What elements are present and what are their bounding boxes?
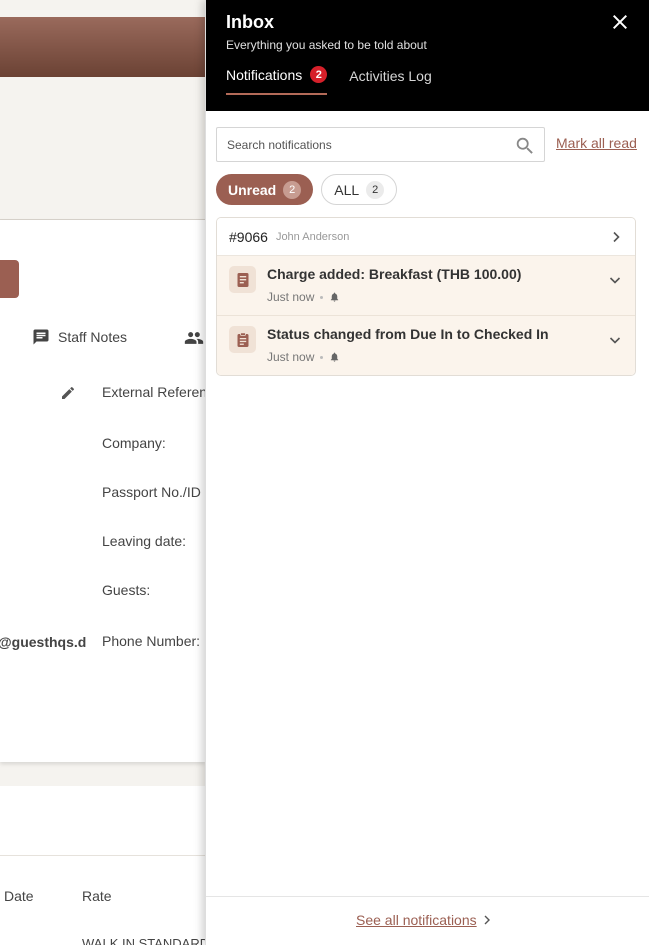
tab-notifications[interactable]: Notifications 2 bbox=[226, 66, 328, 95]
people-icon[interactable] bbox=[184, 330, 204, 346]
see-all-label: See all notifications bbox=[356, 912, 477, 928]
tab-staff-notes[interactable]: Staff Notes bbox=[32, 328, 127, 346]
mark-all-read-link[interactable]: Mark all read bbox=[556, 135, 637, 151]
see-all-notifications-link[interactable]: See all notifications bbox=[356, 912, 491, 928]
notes-icon bbox=[33, 329, 49, 345]
tab-notifications-label: Notifications bbox=[226, 66, 303, 83]
tab-activities-log-label: Activities Log bbox=[349, 67, 432, 84]
chevron-down-icon[interactable] bbox=[609, 335, 621, 345]
unread-count-badge: 2 bbox=[310, 66, 328, 83]
tab-activities-log[interactable]: Activities Log bbox=[349, 66, 431, 95]
bell-icon bbox=[331, 352, 339, 362]
filter-chips: Unread 2 ALL 2 bbox=[216, 174, 398, 205]
notification-time: Just now bbox=[267, 350, 315, 364]
notification-group: #9066 John Anderson Charge added: Breakf… bbox=[216, 217, 636, 376]
chevron-right-icon bbox=[613, 231, 620, 243]
guest-email: @guesthqs.d bbox=[0, 634, 87, 650]
notification-time: Just now bbox=[267, 290, 315, 304]
inbox-title: Inbox bbox=[226, 12, 274, 32]
notification-title: Status changed from Due In to Checked In bbox=[267, 326, 549, 342]
list-item[interactable]: Status changed from Due In to Checked In… bbox=[217, 316, 635, 375]
filter-all[interactable]: ALL 2 bbox=[321, 174, 398, 205]
clipboard-icon bbox=[229, 326, 256, 353]
booking-group-header[interactable]: #9066 John Anderson bbox=[217, 218, 635, 256]
table-row: WALK IN STANDARD bbox=[0, 936, 205, 945]
filter-unread-label: Unread bbox=[228, 181, 277, 198]
filter-all-label: ALL bbox=[334, 181, 360, 198]
inbox-subtitle: Everything you asked to be told about bbox=[226, 38, 427, 52]
edit-icon[interactable] bbox=[60, 385, 76, 401]
background-tab-row: Staff Notes bbox=[0, 318, 205, 358]
separator-dot bbox=[320, 295, 324, 299]
field-phone: Phone Number: bbox=[102, 633, 201, 649]
tab-staff-notes-label: Staff Notes bbox=[58, 329, 128, 345]
inbox-header: Inbox Everything you asked to be told ab… bbox=[206, 0, 649, 111]
list-item[interactable]: Charge added: Breakfast (THB 100.00) Jus… bbox=[217, 256, 635, 316]
field-passport: Passport No./ID bbox=[102, 484, 201, 500]
field-guests: Guests: bbox=[102, 582, 151, 598]
separator-dot bbox=[320, 355, 324, 359]
search-box bbox=[216, 127, 545, 162]
filter-unread-count: 2 bbox=[283, 180, 302, 199]
field-company: Company: bbox=[102, 435, 166, 451]
column-header-rate: Rate bbox=[82, 888, 112, 904]
inbox-tabs: Notifications 2 Activities Log bbox=[226, 66, 432, 95]
background-page: Staff Notes External Reference Company: … bbox=[0, 0, 205, 945]
column-header-date: Date bbox=[4, 888, 34, 904]
filter-unread[interactable]: Unread 2 bbox=[216, 174, 314, 205]
field-external-reference: External Reference bbox=[102, 384, 205, 400]
notification-meta: Just now bbox=[267, 350, 340, 364]
close-icon[interactable] bbox=[608, 10, 632, 34]
chevron-down-icon[interactable] bbox=[609, 275, 621, 285]
search-icon[interactable] bbox=[514, 135, 536, 157]
background-banner bbox=[0, 17, 205, 77]
guest-name: John Anderson bbox=[275, 230, 350, 243]
field-leaving-date: Leaving date: bbox=[102, 533, 187, 549]
rate-cell: WALK IN STANDARD bbox=[82, 936, 205, 945]
search-input[interactable] bbox=[217, 128, 507, 161]
notification-title: Charge added: Breakfast (THB 100.00) bbox=[267, 266, 522, 282]
chevron-right-icon bbox=[484, 915, 490, 925]
bell-icon bbox=[331, 292, 339, 302]
divider bbox=[0, 855, 205, 856]
receipt-icon bbox=[229, 266, 256, 293]
inbox-footer: See all notifications bbox=[206, 896, 649, 945]
notification-meta: Just now bbox=[267, 290, 340, 304]
booking-id: #9066 bbox=[229, 228, 268, 245]
rates-table: Date Rate WALK IN STANDARD bbox=[0, 786, 205, 945]
inbox-drawer: Inbox Everything you asked to be told ab… bbox=[205, 0, 649, 945]
background-action-button[interactable] bbox=[0, 260, 19, 298]
filter-all-count: 2 bbox=[366, 180, 385, 199]
